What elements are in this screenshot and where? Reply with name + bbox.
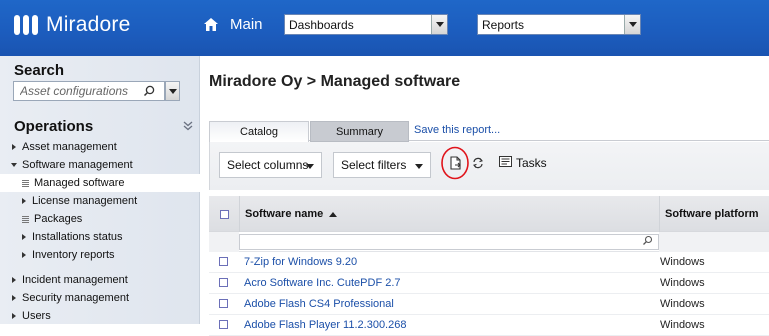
- breadcrumb: Miradore Oy > Managed software: [209, 73, 461, 90]
- table-row: Acro Software Inc. CutePDF 2.7 Windows: [209, 273, 769, 294]
- table-header: Software name Software platform: [209, 196, 769, 232]
- miradore-logo[interactable]: Miradore: [14, 13, 130, 37]
- operations-title: Operations: [14, 118, 94, 135]
- tasks-icon: [499, 156, 512, 170]
- select-filters-label: Select filters: [341, 158, 407, 172]
- software-name-link[interactable]: Acro Software Inc. CutePDF 2.7: [244, 277, 401, 289]
- column-header-software-platform[interactable]: Software platform: [659, 196, 769, 232]
- nav-item-software-management[interactable]: Software management: [0, 156, 200, 174]
- software-name-link[interactable]: 7-Zip for Windows 9.20: [244, 256, 357, 268]
- chevron-down-icon: [415, 164, 423, 169]
- reports-value: Reports: [482, 17, 525, 32]
- list-icon: [22, 179, 29, 187]
- expand-arrow-icon: [12, 295, 16, 301]
- column-header-software-name[interactable]: Software name: [239, 196, 659, 232]
- nav-item-license-management[interactable]: License management: [0, 192, 200, 210]
- software-platform: Windows: [660, 319, 705, 331]
- software-platform: Windows: [660, 256, 705, 268]
- list-icon: [22, 215, 29, 223]
- expand-arrow-icon: [11, 163, 17, 167]
- table-row: Adobe Flash Player 11.2.300.268 Windows: [209, 315, 769, 336]
- chevron-down-icon[interactable]: [624, 15, 640, 34]
- nav-item-packages[interactable]: Packages: [0, 210, 200, 228]
- software-platform: Windows: [660, 298, 705, 310]
- main-content: Miradore Oy > Managed software Catalog S…: [200, 56, 769, 336]
- chevron-down-icon: [168, 88, 177, 94]
- search-input[interactable]: [14, 84, 142, 98]
- column-label: Software platform: [665, 208, 759, 220]
- expand-arrow-icon: [12, 313, 16, 319]
- row-checkbox[interactable]: [219, 320, 228, 329]
- filter-row: [209, 232, 769, 252]
- tab-catalog[interactable]: Catalog: [209, 121, 309, 142]
- select-all-cell: [209, 196, 239, 232]
- dashboards-dropdown[interactable]: Dashboards: [284, 14, 448, 35]
- nav-item-label: Asset management: [22, 141, 117, 153]
- top-bar: Miradore Main Dashboards Reports: [0, 0, 769, 56]
- software-name-link[interactable]: Adobe Flash CS4 Professional: [244, 298, 394, 310]
- select-columns-label: Select columns: [227, 158, 309, 172]
- logo-mark-icon: [14, 15, 38, 35]
- expand-arrow-icon: [12, 277, 16, 283]
- tab-summary[interactable]: Summary: [310, 121, 409, 142]
- refresh-icon[interactable]: [470, 154, 486, 172]
- sidebar: Search Operations Asset management Softw…: [0, 56, 200, 324]
- operations-nav: Asset management Software management Man…: [0, 138, 200, 325]
- main-link[interactable]: Main: [204, 16, 263, 33]
- select-filters-button[interactable]: Select filters: [333, 152, 431, 178]
- search-icon: [642, 235, 653, 249]
- row-checkbox[interactable]: [219, 257, 228, 266]
- nav-item-label: Packages: [34, 213, 83, 225]
- software-platform: Windows: [660, 277, 705, 289]
- nav-item-security-management[interactable]: Security management: [0, 289, 200, 307]
- nav-item-asset-management[interactable]: Asset management: [0, 138, 200, 156]
- tasks-button[interactable]: Tasks: [499, 156, 547, 170]
- search-scope-dropdown[interactable]: [165, 81, 180, 101]
- expand-arrow-icon: [22, 252, 26, 258]
- row-checkbox[interactable]: [219, 299, 228, 308]
- row-checkbox[interactable]: [219, 278, 228, 287]
- nav-item-label: Installations status: [32, 231, 123, 243]
- toolbar: Select columns Select filters Tasks: [209, 142, 769, 190]
- main-label: Main: [230, 16, 263, 33]
- dashboards-value: Dashboards: [289, 17, 354, 32]
- expand-arrow-icon: [22, 198, 26, 204]
- nav-item-label: Inventory reports: [32, 249, 115, 261]
- nav-item-incident-management[interactable]: Incident management: [0, 271, 200, 289]
- nav-item-label: Incident management: [22, 274, 128, 286]
- select-columns-button[interactable]: Select columns: [219, 152, 322, 178]
- chevron-down-icon: [306, 164, 314, 169]
- collapse-icon[interactable]: [183, 121, 193, 132]
- search-box: [13, 81, 165, 101]
- save-report-link[interactable]: Save this report...: [414, 124, 500, 136]
- nav-item-label: Users: [22, 310, 51, 322]
- home-icon: [204, 18, 218, 31]
- nav-item-installations-status[interactable]: Installations status: [0, 228, 200, 246]
- name-filter-input[interactable]: [239, 234, 659, 250]
- logo-text: Miradore: [46, 13, 131, 36]
- nav-item-label: Software management: [22, 159, 133, 171]
- column-label: Software name: [245, 208, 324, 220]
- table-row: 7-Zip for Windows 9.20 Windows: [209, 252, 769, 273]
- tasks-label: Tasks: [516, 156, 547, 170]
- chevron-down-icon[interactable]: [431, 15, 447, 34]
- export-icon[interactable]: [448, 154, 464, 172]
- nav-item-inventory-reports[interactable]: Inventory reports: [0, 246, 200, 264]
- nav-item-managed-software[interactable]: Managed software: [0, 174, 200, 192]
- nav-item-users[interactable]: Users: [0, 307, 200, 325]
- software-name-link[interactable]: Adobe Flash Player 11.2.300.268: [244, 319, 406, 331]
- select-all-checkbox[interactable]: [219, 209, 229, 219]
- sort-ascending-icon: [329, 211, 338, 217]
- nav-item-label: License management: [32, 195, 138, 207]
- expand-arrow-icon: [22, 234, 26, 240]
- software-table: Software name Software platform 7-Zip fo…: [209, 196, 769, 336]
- table-row: Adobe Flash CS4 Professional Windows: [209, 294, 769, 315]
- reports-dropdown[interactable]: Reports: [477, 14, 641, 35]
- search-title: Search: [14, 62, 65, 79]
- expand-arrow-icon: [12, 144, 16, 150]
- nav-item-label: Security management: [22, 292, 129, 304]
- search-icon[interactable]: [142, 84, 156, 98]
- nav-item-label: Managed software: [34, 177, 125, 189]
